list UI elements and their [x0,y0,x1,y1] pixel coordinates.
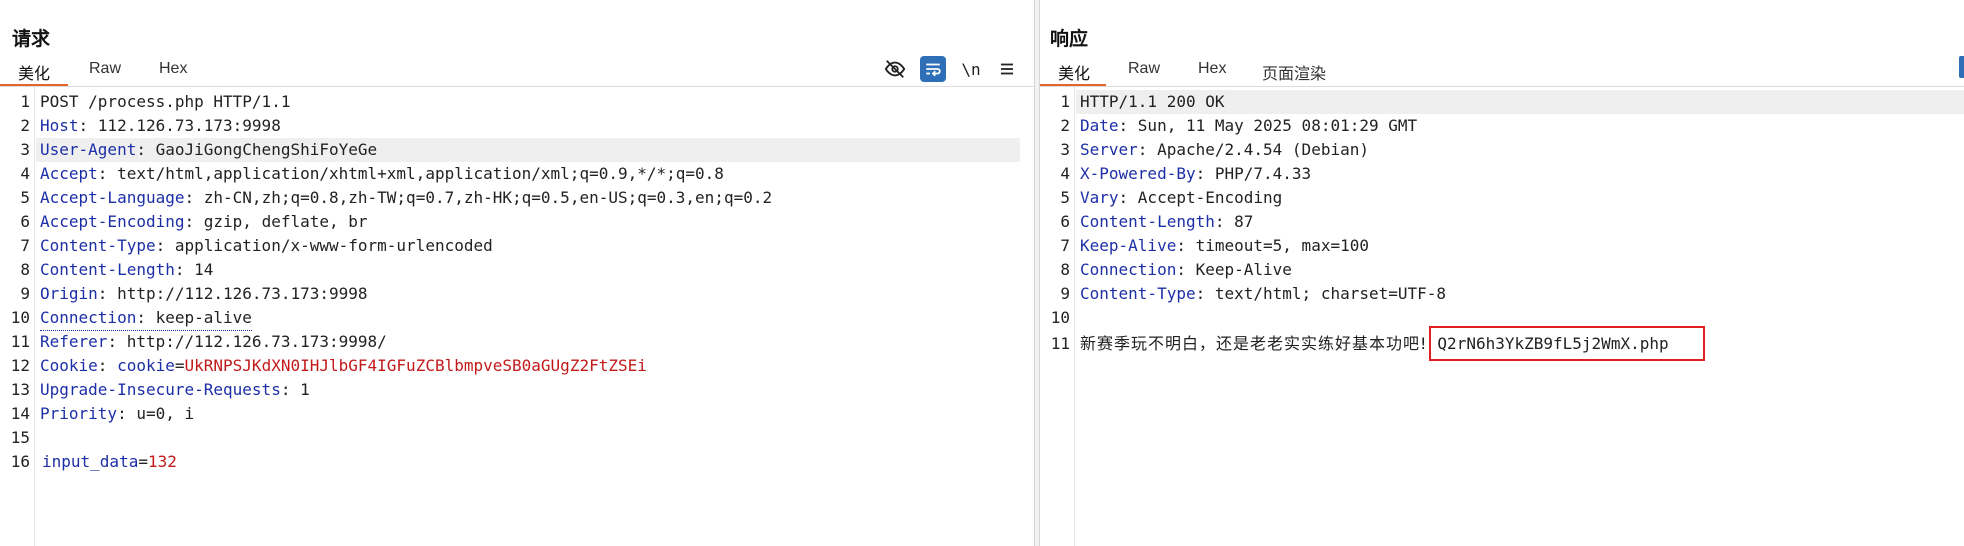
response-tab-raw[interactable]: Raw [1128,60,1160,78]
cookie-value: UkRNPSJKdXN0IHJlbGF4IGFuZCBlbmpveSB0aGUg… [184,356,647,375]
request-line: 1 POST /process.php HTTP/1.1 [20,92,291,111]
request-line: 9 Origin: http://112.126.73.173:9998 [20,284,368,303]
word-wrap-icon[interactable] [920,56,946,82]
request-tab-raw[interactable]: Raw [89,60,121,78]
request-line-current: 3 User-Agent: GaoJiGongChengShiFoYeGe [0,138,1034,162]
param-name: input_data [42,452,139,471]
request-tab-hex[interactable]: Hex [159,60,187,78]
response-line: 6 Content-Length: 87 [1060,212,1254,231]
response-editor[interactable]: 1 HTTP/1.1 200 OK 2 Date: Sun, 11 May 2025… [1040,90,1964,361]
active-tab-indicator [0,84,68,86]
response-tab-pretty[interactable]: 美化 [1058,60,1090,84]
request-line: 4 Accept: text/html,application/xhtml+xml… [20,164,724,183]
response-line: 7 Keep-Alive: timeout=5, max=100 [1060,236,1369,255]
request-tab-pretty[interactable]: 美化 [18,60,50,84]
request-line: 7 Content-Type: application/x-www-form-ur… [20,236,493,255]
response-line-body: 11 新赛季玩不明白，还是老老实实练好基本功吧! Q2rN6h3YkZB9fL5j2… [1040,326,1964,361]
show-newlines-button[interactable]: \n [958,56,984,82]
response-line: 3 Server: Apache/2.4.54 (Debian) [1060,140,1369,159]
active-tab-indicator [1040,84,1106,86]
response-tab-hex[interactable]: Hex [1198,60,1226,78]
response-line: 8 Connection: Keep-Alive [1060,260,1292,279]
param-value: 132 [147,452,177,471]
response-body-text: 新赛季玩不明白，还是老老实实练好基本功吧! [1080,334,1428,353]
response-title: 响应 [1050,29,1089,50]
response-line-current: 1 HTTP/1.1 200 OK [1040,90,1964,114]
request-editor[interactable]: 1 POST /process.php HTTP/1.1 2 Host: 112.1… [0,90,1034,474]
request-line: 13 Upgrade-Insecure-Requests: 1 [10,380,310,399]
response-tabbar: 美化 Raw Hex 页面渲染 [1040,56,1964,87]
cookie-name: cookie [117,356,175,375]
panel-edge-marker [1959,56,1964,78]
menu-icon[interactable] [994,56,1020,82]
response-line: 9 Content-Type: text/html; charset=UTF-8 [1060,284,1447,303]
request-line-cookie: 12 Cookie: cookie=UkRNPSJKdXN0IHJlbGF4IGF… [10,356,647,375]
request-line: 14 Priority: u=0, i [10,404,195,423]
response-tab-render[interactable]: 页面渲染 [1262,60,1326,84]
request-line-body: 16 input_data=132 [10,452,177,471]
response-line: 5 Vary: Accept-Encoding [1060,188,1283,207]
request-title: 请求 [12,29,51,50]
request-line: 5 Accept-Language: zh-CN,zh;q=0.8,zh-TW;q… [20,188,773,207]
request-line: 8 Content-Length: 14 [20,260,214,279]
request-line: 10 Connection: keep-alive [0,306,1034,331]
request-line: 15 [10,428,30,447]
request-line: 6 Accept-Encoding: gzip, deflate, br [20,212,368,231]
request-pane: 请求 美化 Raw Hex \n 1 POST /process.php HTTP… [0,0,1034,546]
response-pane: 响应 美化 Raw Hex 页面渲染 1 HTTP/1.1 200 OK 2 Dat… [1040,0,1964,546]
request-line: 2 Host: 112.126.73.173:9998 [20,116,281,135]
request-line: 11 Referer: http://112.126.73.173:9998/ [10,332,387,351]
request-tabbar: 美化 Raw Hex \n [0,56,1034,87]
eye-off-icon[interactable] [882,56,908,82]
highlighted-filename: Q2rN6h3YkZB9fL5j2WmX.php [1429,326,1705,361]
response-line: 4 X-Powered-By: PHP/7.4.33 [1060,164,1312,183]
response-line: 2 Date: Sun, 11 May 2025 08:01:29 GMT [1060,116,1418,135]
